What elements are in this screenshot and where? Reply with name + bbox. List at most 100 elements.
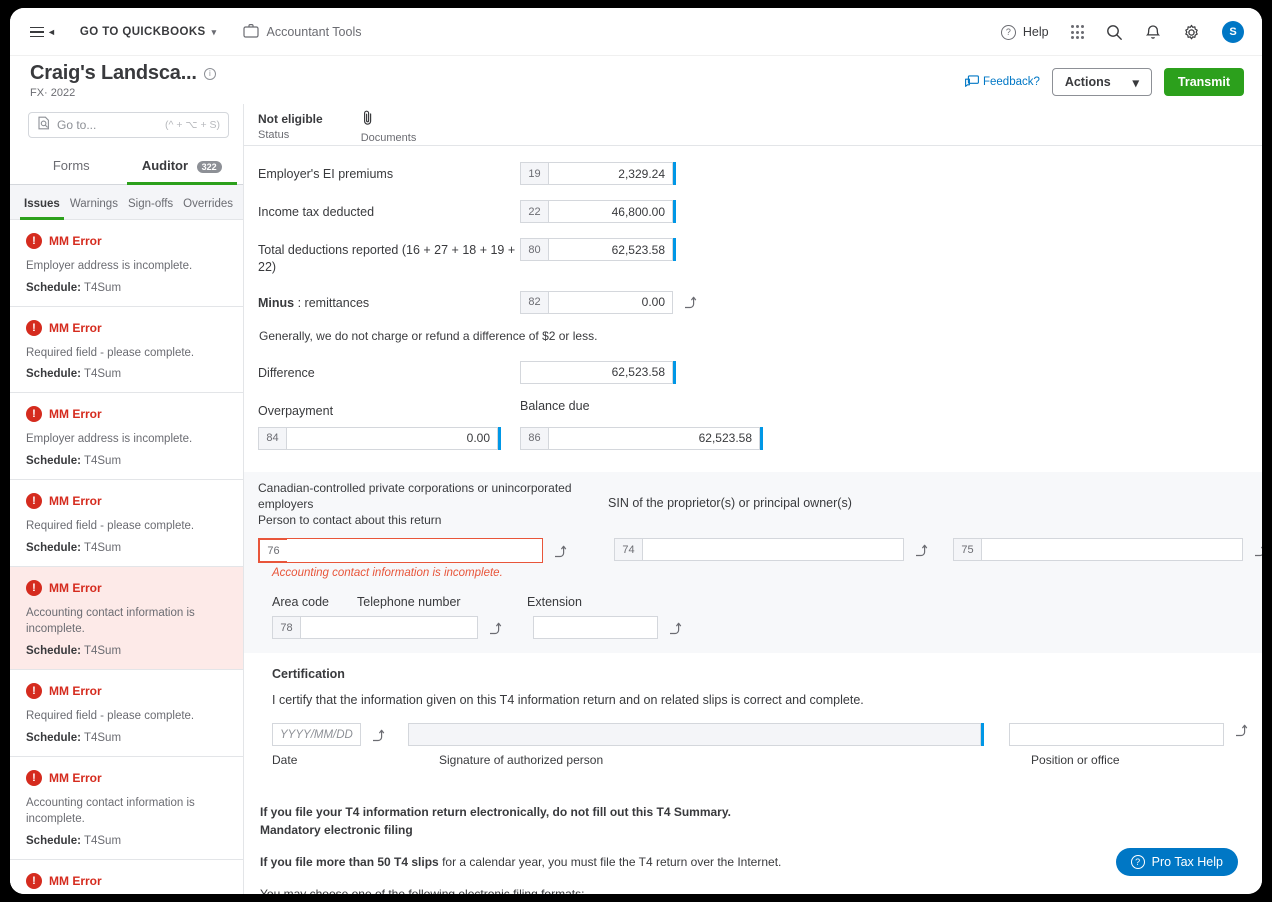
list-item[interactable]: ! MM Error Required field - please compl… [10,480,244,567]
search-input[interactable]: Go to... (^ + ⌥ + S) [28,112,230,138]
actions-button[interactable]: Actions ▾ [1051,68,1152,96]
tab-forms[interactable]: Forms [16,148,127,185]
actions-label: Actions [1064,75,1111,89]
subtab-warnings[interactable]: Warnings [66,195,122,220]
sidebar-sub-tabs: Issues Warnings Sign-offs Overrides [10,185,244,220]
jump-to-source-icon[interactable] [669,621,683,635]
list-item[interactable]: ! MM Error Employee's province of employ… [10,860,244,894]
jump-to-source-icon[interactable] [915,543,929,557]
issue-severity: MM Error [49,684,102,699]
form-label-bold: Minus [258,295,295,310]
user-avatar[interactable]: S [1222,21,1244,43]
box-number: 76 [259,539,288,563]
help-label: Help [1022,25,1049,39]
accountant-tools-menu[interactable]: Accountant Tools [242,23,362,41]
jump-to-source-icon[interactable] [684,295,698,309]
issue-header: ! MM Error [26,233,229,249]
tab-auditor[interactable]: Auditor 322 [126,148,238,185]
list-item[interactable]: ! MM Error Employer address is incomplet… [10,220,244,307]
amount-input[interactable]: 62,523.58 [548,238,674,261]
jump-to-source-icon[interactable] [372,728,386,742]
position-input[interactable] [1008,723,1224,747]
issue-schedule-label: Schedule: [26,368,81,381]
form-row-total-deductions: Total deductions reported (16 + 27 + 18 … [258,238,1240,276]
search-icon[interactable] [1106,24,1123,41]
error-icon: ! [26,873,42,890]
issue-schedule: Schedule: T4Sum [26,282,229,294]
info-icon[interactable]: i [203,67,216,80]
top-nav-actions: ? Help S [1000,21,1244,43]
jump-to-source-icon[interactable] [489,621,503,635]
contact-heading-line3: Person to contact about this return [258,513,442,527]
list-item[interactable]: ! MM Error Employer address is incomplet… [10,393,244,481]
help-button[interactable]: ? Help [1000,24,1049,40]
documents-button[interactable]: Documents [360,109,417,144]
jump-to-source-icon[interactable] [554,544,568,558]
issue-schedule-value: T4Sum [83,368,122,381]
notifications-bell-icon[interactable] [1145,24,1161,41]
field-group: 19 2,329.24 [520,162,677,185]
overpayment-input[interactable]: 0.00 [286,426,499,450]
issue-schedule: Schedule: T4Sum [26,455,229,467]
feedback-label: Feedback? [982,76,1040,88]
status-bar: Not eligible Status Documents [244,104,1262,146]
box-number: 82 [520,290,549,314]
subtab-issues[interactable]: Issues [20,195,64,220]
pro-tax-help-button[interactable]: ? Pro Tax Help [1115,848,1238,876]
issue-schedule: Schedule: T4Sum [26,732,229,744]
box-number: 78 [272,616,301,640]
difference-input[interactable]: 62,523.58 [520,360,674,384]
field-status-bar [673,200,677,223]
menu-collapse-icon[interactable]: ◄ [24,23,62,42]
list-item-selected[interactable]: ! MM Error Accounting contact informatio… [10,566,244,671]
footnote-line-4: You may choose one of the following elec… [260,885,1240,894]
balance-due-input[interactable]: 62,523.58 [548,426,761,450]
amount-input[interactable]: 2,329.24 [548,162,674,185]
footnotes: If you file your T4 information return e… [258,803,1240,894]
amount-input[interactable]: 46,800.00 [548,200,674,223]
transmit-button[interactable]: Transmit [1163,68,1244,96]
footnote-line-3-rest: for a calendar year, you must file the T… [438,855,782,870]
telephone-field-group: 78 [272,616,503,640]
issue-schedule-value: T4Sum [83,541,122,554]
box-number: 22 [520,200,549,223]
subtab-sign-offs[interactable]: Sign-offs [124,195,177,220]
extension-input[interactable] [533,616,659,640]
issue-header: ! MM Error [26,493,229,510]
issue-severity: MM Error [49,234,102,248]
sin-input-2[interactable] [981,538,1244,562]
jump-to-source-icon[interactable] [1235,723,1249,746]
documents-label: Documents [360,132,417,144]
go-to-quickbooks-menu[interactable]: GO TO QUICKBOOKS ▾ [80,26,217,38]
box-number: 86 [520,426,549,450]
telephone-input[interactable] [300,616,479,640]
chevron-left-icon: ◄ [47,26,56,37]
signature-input[interactable] [407,723,981,747]
issue-severity: MM Error [49,874,102,889]
gear-icon[interactable] [1183,24,1200,41]
contact-headings: Canadian-controlled private corporations… [258,480,1240,529]
field-status-bar [673,162,677,185]
auditor-count-badge: 322 [196,160,222,173]
list-item[interactable]: ! MM Error Required field - please compl… [10,670,244,757]
status-value: Not eligible [258,112,323,126]
page-subtitle: FX· 2022 [30,87,76,99]
form-label-rest: : remittances [294,295,370,310]
contact-name-input[interactable] [287,539,543,563]
box-number: 80 [520,238,549,261]
box-number: 84 [258,426,287,450]
jump-to-source-icon[interactable] [1254,543,1262,557]
issue-schedule-label: Schedule: [26,281,81,294]
apps-grid-icon[interactable] [1070,25,1084,39]
list-item[interactable]: ! MM Error Required field - please compl… [10,306,244,394]
sin-input-1[interactable] [642,538,905,562]
feedback-link[interactable]: Feedback? [965,74,1040,90]
form-body: Employer's EI premiums 19 2,329.24 Incom… [244,146,1262,894]
briefcase-icon [242,23,259,41]
list-item[interactable]: ! MM Error Accounting contact informatio… [10,756,244,861]
certification-date-input[interactable]: YYYY/MM/DD [272,723,361,747]
subtab-overrides[interactable]: Overrides [179,195,237,220]
issue-schedule-value: T4Sum [83,281,122,294]
issue-message: Employer address is incomplete. [26,260,193,272]
amount-input[interactable]: 0.00 [548,290,674,314]
